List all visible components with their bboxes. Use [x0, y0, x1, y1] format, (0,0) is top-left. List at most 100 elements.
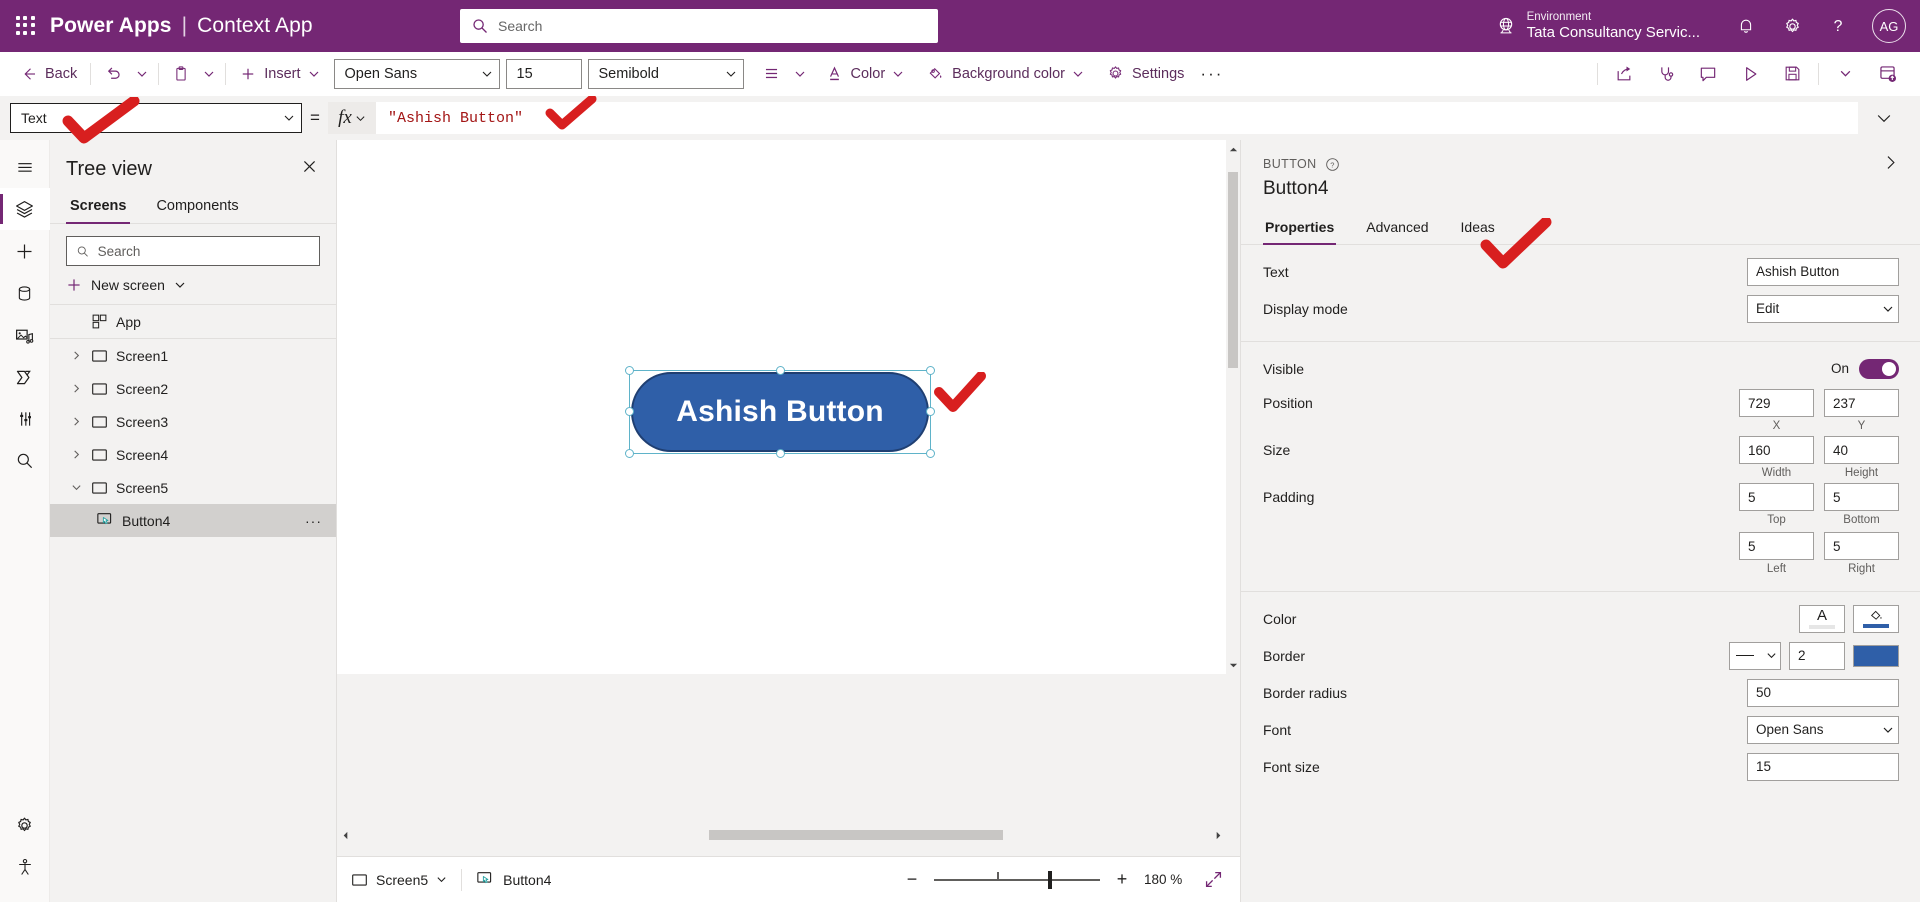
border-radius-input[interactable]: 50 [1747, 679, 1899, 707]
notifications-button[interactable] [1724, 6, 1768, 46]
vertical-scroll-thumb[interactable] [1228, 172, 1238, 368]
font-size-select[interactable]: 15 [506, 59, 582, 89]
scroll-down-arrow-icon[interactable] [1226, 658, 1240, 672]
resize-handle-middle-left[interactable] [625, 407, 634, 416]
avatar[interactable]: AG [1872, 9, 1906, 43]
tree-search-input[interactable] [98, 244, 310, 259]
display-mode-select[interactable]: Edit [1747, 295, 1899, 323]
zoom-in-button[interactable]: + [1110, 868, 1134, 892]
save-button[interactable] [1771, 57, 1813, 91]
tab-advanced[interactable]: Advanced [1364, 212, 1430, 244]
border-color-swatch[interactable] [1853, 645, 1899, 667]
size-width-input[interactable]: 160 [1739, 436, 1814, 464]
resize-handle-bottom-left[interactable] [625, 449, 634, 458]
chevron-right-icon[interactable] [66, 416, 86, 427]
status-screen-selector[interactable]: Screen5 [351, 872, 447, 888]
resize-handle-top-right[interactable] [926, 366, 935, 375]
formula-bar-expand-button[interactable] [1858, 108, 1910, 128]
save-dropdown[interactable] [1824, 57, 1866, 91]
brand-title[interactable]: Power Apps | Context App [50, 14, 313, 38]
settings-button[interactable]: Settings [1098, 58, 1192, 90]
align-button[interactable] [754, 58, 789, 90]
text-color-button[interactable]: Color [817, 58, 913, 90]
rail-item-power-automate[interactable] [0, 356, 50, 398]
resize-handle-middle-right[interactable] [926, 407, 935, 416]
scroll-right-arrow-icon[interactable] [1212, 828, 1224, 842]
insert-button[interactable]: Insert [231, 58, 327, 90]
rail-item-tree-view[interactable] [0, 188, 50, 230]
border-width-input[interactable]: 2 [1789, 642, 1845, 670]
padding-left-input[interactable]: 5 [1739, 532, 1814, 560]
app-checker-button[interactable] [1645, 57, 1687, 91]
preview-play-button[interactable] [1729, 57, 1771, 91]
padding-top-input[interactable]: 5 [1739, 483, 1814, 511]
back-button[interactable]: Back [12, 58, 85, 90]
rail-item-variables[interactable] [0, 398, 50, 440]
zoom-slider-knob[interactable] [1048, 871, 1052, 889]
settings-gear-button[interactable] [1770, 6, 1814, 46]
help-button[interactable]: ? [1816, 6, 1860, 46]
property-selector[interactable]: Text [10, 103, 302, 133]
canvas-horizontal-scrollbar[interactable] [337, 828, 1226, 842]
formula-input[interactable]: "Ashish Button" [376, 102, 1858, 134]
waffle-menu-icon[interactable] [16, 16, 36, 36]
share-button[interactable] [1603, 57, 1645, 91]
rail-hamburger-button[interactable] [0, 146, 50, 188]
tab-components[interactable]: Components [152, 190, 242, 223]
chevron-right-icon[interactable] [66, 350, 86, 361]
font-weight-select[interactable]: Semibold [588, 59, 744, 89]
tree-view-close-button[interactable] [297, 154, 322, 184]
scroll-up-arrow-icon[interactable] [1226, 142, 1240, 156]
comments-button[interactable] [1687, 57, 1729, 91]
canvas-vertical-scrollbar[interactable] [1226, 140, 1240, 674]
new-screen-button[interactable]: New screen [50, 266, 336, 305]
position-x-input[interactable]: 729 [1739, 389, 1814, 417]
publish-button[interactable] [1866, 57, 1908, 91]
properties-collapse-button[interactable] [1882, 154, 1899, 174]
padding-bottom-input[interactable]: 5 [1824, 483, 1899, 511]
tree-search-box[interactable] [66, 236, 320, 266]
canvas-button-control[interactable]: Ashish Button [631, 372, 929, 452]
size-height-input[interactable]: 40 [1824, 436, 1899, 464]
global-search[interactable] [460, 9, 938, 43]
undo-button[interactable] [96, 58, 131, 90]
tree-item-screen2[interactable]: Screen2 [50, 372, 336, 405]
chevron-right-icon[interactable] [66, 383, 86, 394]
rail-item-search[interactable] [0, 440, 50, 482]
font-size-input[interactable]: 15 [1747, 753, 1899, 781]
resize-handle-top-left[interactable] [625, 366, 634, 375]
horizontal-scroll-thumb[interactable] [709, 830, 1003, 840]
tab-screens[interactable]: Screens [66, 190, 130, 223]
rail-item-accessibility[interactable] [0, 846, 50, 888]
toolbar-overflow-button[interactable]: ··· [1192, 58, 1231, 90]
fx-button[interactable]: fx [328, 102, 376, 134]
scroll-left-arrow-icon[interactable] [339, 828, 351, 842]
rail-item-settings[interactable] [0, 804, 50, 846]
search-input[interactable] [498, 18, 926, 34]
position-y-input[interactable]: 237 [1824, 389, 1899, 417]
resize-handle-bottom-right[interactable] [926, 449, 935, 458]
fill-color-button[interactable] [1853, 605, 1899, 633]
help-circle-icon[interactable]: ? [1325, 157, 1340, 172]
tree-item-button4[interactable]: Button4 ··· [50, 504, 336, 537]
tree-item-screen1[interactable]: Screen1 [50, 339, 336, 372]
tree-item-more-button[interactable]: ··· [305, 513, 322, 529]
zoom-out-button[interactable]: − [900, 868, 924, 892]
border-style-select[interactable] [1729, 642, 1781, 670]
text-color-button[interactable]: A [1799, 605, 1845, 633]
tree-item-screen5[interactable]: Screen5 [50, 471, 336, 504]
chevron-down-icon[interactable] [66, 482, 86, 493]
align-dropdown[interactable] [789, 58, 811, 90]
fit-to-screen-button[interactable] [1200, 867, 1226, 893]
status-control-selector[interactable]: Button4 [476, 871, 551, 888]
text-property-input[interactable]: Ashish Button [1747, 258, 1899, 286]
tree-item-screen3[interactable]: Screen3 [50, 405, 336, 438]
resize-handle-top-center[interactable] [776, 366, 785, 375]
font-select[interactable]: Open Sans [1747, 716, 1899, 744]
resize-handle-bottom-center[interactable] [776, 449, 785, 458]
rail-item-insert[interactable] [0, 230, 50, 272]
font-family-select[interactable]: Open Sans [334, 59, 500, 89]
environment-selector[interactable]: Environment Tata Consultancy Servic... [1495, 11, 1700, 41]
padding-right-input[interactable]: 5 [1824, 532, 1899, 560]
paste-button[interactable] [164, 58, 198, 90]
